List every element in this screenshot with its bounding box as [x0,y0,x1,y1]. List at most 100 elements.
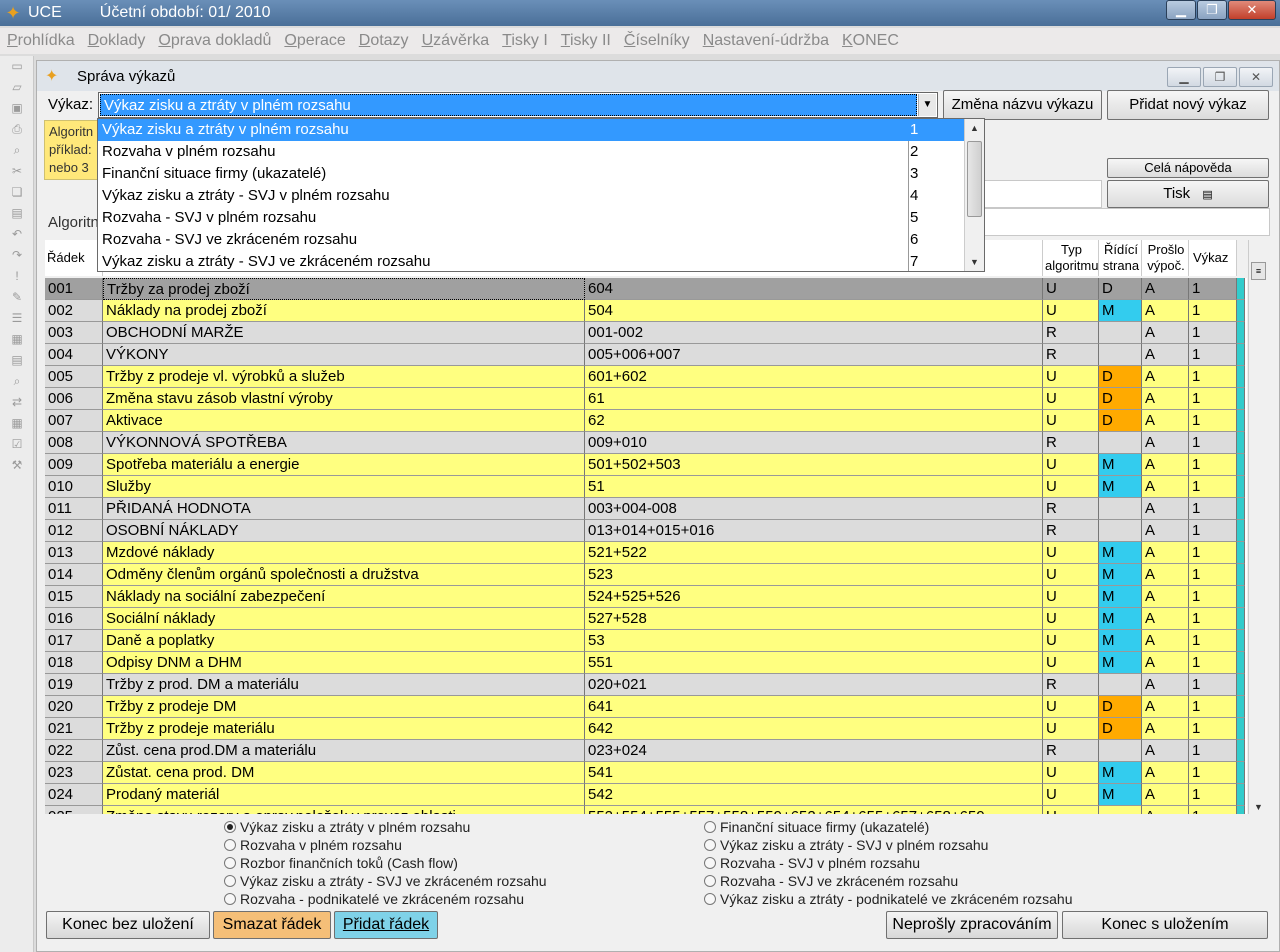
cell-algorithm[interactable]: 53 [585,630,1043,652]
cell-name[interactable]: PŘIDANÁ HODNOTA [103,498,585,520]
dropdown-option[interactable]: Výkaz zisku a ztráty - SVJ ve zkráceném … [98,251,966,273]
cell-type[interactable]: U [1043,410,1099,432]
cell-name[interactable]: Prodaný materiál [103,784,585,806]
cell-report[interactable]: 1 [1189,432,1237,454]
radio-option[interactable]: Rozbor finančních toků (Cash flow) [224,854,458,872]
paste-icon[interactable]: ▤ [0,203,34,224]
save-icon[interactable]: ▣ [0,98,34,119]
redo-icon[interactable]: ↷ [0,245,34,266]
cell-radek[interactable]: 016 [45,608,103,630]
menu-tisky-2[interactable]: Tisky II [561,32,611,50]
scroll-down-icon[interactable]: ▼ [1249,802,1268,812]
cell-report[interactable]: 1 [1189,454,1237,476]
cell-processed[interactable]: A [1142,278,1189,300]
cell-algorithm[interactable]: 61 [585,388,1043,410]
cell-radek[interactable]: 019 [45,674,103,696]
cell-name[interactable]: Změna stavu rezerv a oprav.položek v pro… [103,806,585,814]
table-row[interactable]: 013 Mzdové náklady 521+522 U M A 1 [45,542,1245,564]
menu-ciselniky[interactable]: Číselníky [624,32,690,50]
cell-processed[interactable]: A [1142,432,1189,454]
cell-radek[interactable]: 022 [45,740,103,762]
cell-name[interactable]: Odpisy DNM a DHM [103,652,585,674]
cell-processed[interactable]: A [1142,366,1189,388]
cell-side[interactable] [1099,322,1142,344]
cell-type[interactable]: U [1043,630,1099,652]
cell-report[interactable]: 1 [1189,476,1237,498]
cell-report[interactable]: 1 [1189,366,1237,388]
cell-processed[interactable]: A [1142,520,1189,542]
radio-option[interactable]: Výkaz zisku a ztráty - SVJ ve zkráceném … [224,872,547,890]
cell-report[interactable]: 1 [1189,630,1237,652]
copy-icon[interactable]: ❏ [0,182,34,203]
radio-option[interactable]: Rozvaha v plném rozsahu [224,836,402,854]
cell-report[interactable]: 1 [1189,806,1237,814]
radio-option[interactable]: Výkaz zisku a ztráty - SVJ v plném rozsa… [704,836,988,854]
cell-algorithm[interactable]: 604 [585,278,1043,300]
cell-side[interactable]: D [1099,696,1142,718]
cell-processed[interactable]: A [1142,718,1189,740]
alert-icon[interactable]: ! [0,266,34,287]
cell-radek[interactable]: 017 [45,630,103,652]
cell-type[interactable]: R [1043,322,1099,344]
cell-radek[interactable]: 004 [45,344,103,366]
cell-name[interactable]: Mzdové náklady [103,542,585,564]
cell-report[interactable]: 1 [1189,696,1237,718]
cell-report[interactable]: 1 [1189,608,1237,630]
cell-side[interactable]: M [1099,300,1142,322]
table-row[interactable]: 025Změna stavu rezerv a oprav.položek v … [45,806,1245,814]
cell-report[interactable]: 1 [1189,542,1237,564]
cell-name[interactable]: OBCHODNÍ MARŽE [103,322,585,344]
cell-processed[interactable]: A [1142,806,1189,814]
menu-dotazy[interactable]: Dotazy [359,32,409,50]
cell-type[interactable]: R [1043,498,1099,520]
cell-radek[interactable]: 013 [45,542,103,564]
dropdown-option[interactable]: Výkaz zisku a ztráty v plném rozsahu 1 [98,119,966,141]
cell-type[interactable]: U [1043,652,1099,674]
cell-report[interactable]: 1 [1189,344,1237,366]
list-icon[interactable]: ☰ [0,308,34,329]
cell-type[interactable]: U [1043,608,1099,630]
table-row[interactable]: 017 Daně a poplatky 53 U M A 1 [45,630,1245,652]
table-row[interactable]: 022 Zůst. cena prod.DM a materiálu 023+024… [45,740,1245,762]
cell-radek[interactable]: 018 [45,652,103,674]
restore-button[interactable]: ❐ [1197,0,1227,20]
cell-side[interactable] [1099,674,1142,696]
cell-processed[interactable]: A [1142,498,1189,520]
table-row[interactable]: 010 Služby 51 U M A 1 [45,476,1245,498]
rename-report-button[interactable]: Změna názvu výkazu [943,90,1102,120]
search-doc-icon[interactable]: ⌕ [0,371,34,392]
table-row[interactable]: 002 Náklady na prodej zboží 504 U M A 1 [45,300,1245,322]
cell-report[interactable]: 1 [1189,410,1237,432]
cell-processed[interactable]: A [1142,454,1189,476]
cell-algorithm[interactable]: 523 [585,564,1043,586]
cell-processed[interactable]: A [1142,674,1189,696]
dropdown-scrollbar[interactable]: ▲ ▼ [964,119,984,271]
cell-side[interactable]: M [1099,784,1142,806]
cell-radek[interactable]: 009 [45,454,103,476]
cell-report[interactable]: 1 [1189,564,1237,586]
cell-processed[interactable]: A [1142,300,1189,322]
table-row[interactable]: 011 PŘIDANÁ HODNOTA 003+004-008 R A 1 [45,498,1245,520]
cell-type[interactable]: R [1043,740,1099,762]
cell-side[interactable]: D [1099,278,1142,300]
cell-side[interactable] [1099,344,1142,366]
cell-radek[interactable]: 014 [45,564,103,586]
cell-side[interactable]: M [1099,652,1142,674]
cell-algorithm[interactable]: 62 [585,410,1043,432]
cell-processed[interactable]: A [1142,740,1189,762]
cell-side[interactable]: M [1099,586,1142,608]
cell-name[interactable]: VÝKONY [103,344,585,366]
cell-processed[interactable]: A [1142,322,1189,344]
cell-type[interactable]: U [1043,762,1099,784]
cell-report[interactable]: 1 [1189,762,1237,784]
cell-type[interactable]: U [1043,366,1099,388]
cell-report[interactable]: 1 [1189,300,1237,322]
cell-radek[interactable]: 001 [45,278,103,300]
print-icon[interactable]: ⎙ [0,119,34,140]
cell-type[interactable]: U [1043,806,1099,814]
cell-algorithm[interactable]: 504 [585,300,1043,322]
radio-option[interactable]: Rozvaha - SVJ v plném rozsahu [704,854,920,872]
cell-radek[interactable]: 010 [45,476,103,498]
table-row[interactable]: 021 Tržby z prodeje materiálu 642 U D A 1 [45,718,1245,740]
dropdown-option[interactable]: Rozvaha - SVJ v plném rozsahu 5 [98,207,966,229]
